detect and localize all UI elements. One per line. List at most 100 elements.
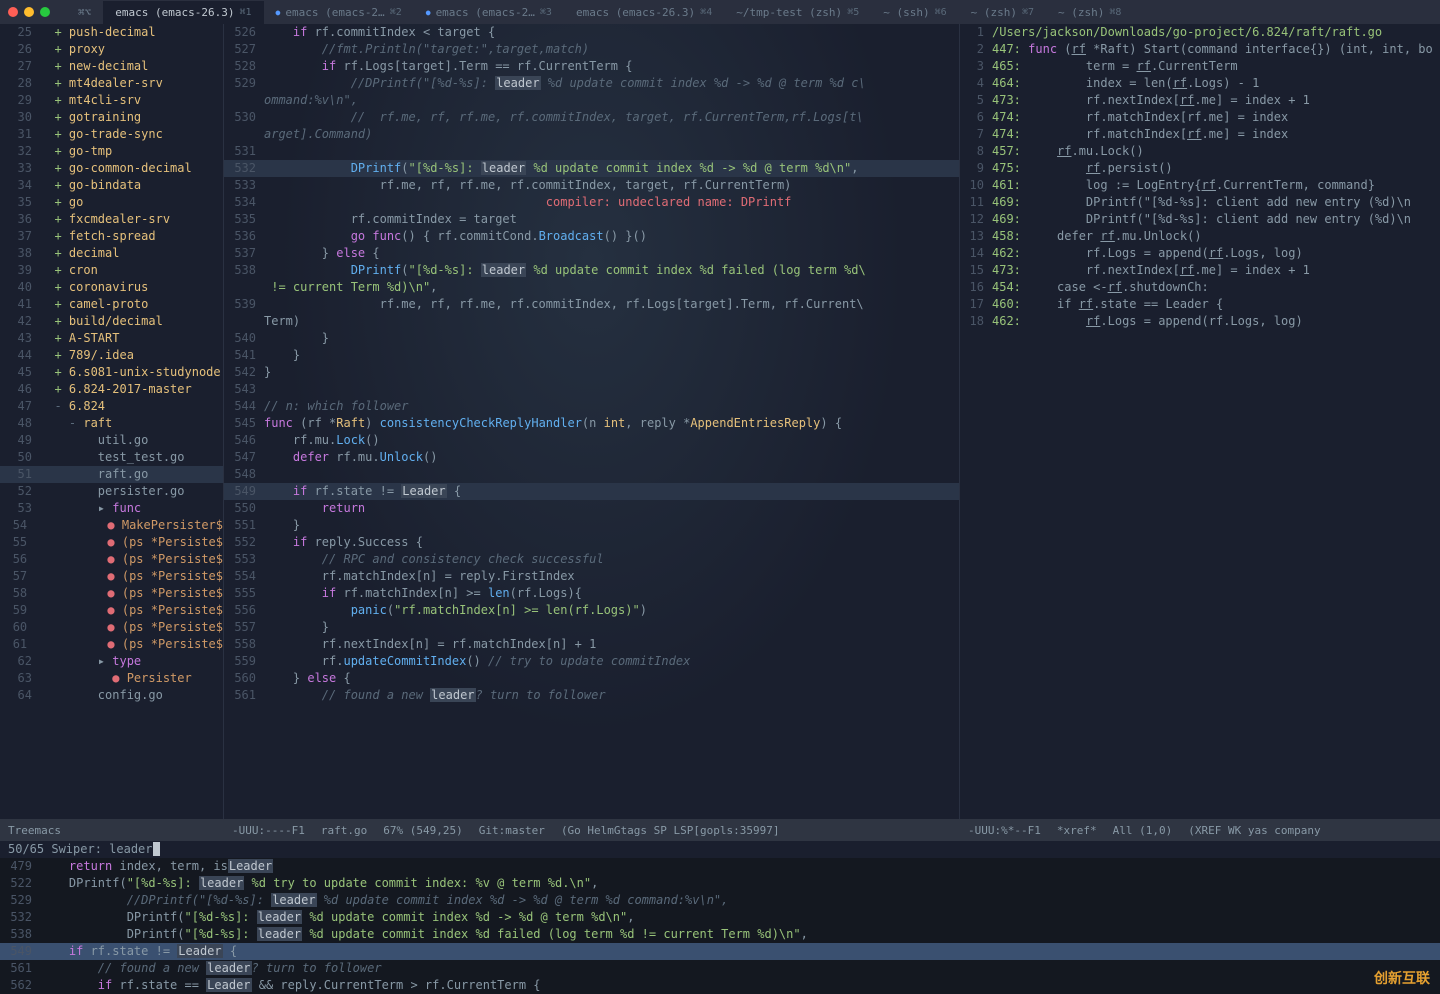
code-line[interactable]: 534 compiler: undeclared name: DPrintf	[224, 194, 959, 211]
tab[interactable]: ● emacs (emacs-2… ⌘2	[264, 1, 414, 24]
swiper-match[interactable]: 561 // found a new leader? turn to follo…	[0, 960, 1440, 977]
code-line[interactable]: 558 rf.nextIndex[n] = rf.matchIndex[n] +…	[224, 636, 959, 653]
xref-line[interactable]: 17460: if rf.state == Leader {	[960, 296, 1440, 313]
code-line[interactable]: 550 return	[224, 500, 959, 517]
xref-line[interactable]: 3465: term = rf.CurrentTerm	[960, 58, 1440, 75]
code-line[interactable]: 547 defer rf.mu.Unlock()	[224, 449, 959, 466]
code-line[interactable]: 552 if reply.Success {	[224, 534, 959, 551]
xref-line[interactable]: 12469: DPrintf("[%d-%s]: client add new …	[960, 211, 1440, 228]
code-line[interactable]: 554 rf.matchIndex[n] = reply.FirstIndex	[224, 568, 959, 585]
code-line[interactable]: 529 //DPrintf("[%d-%s]: leader %d update…	[224, 75, 959, 92]
editor-pane[interactable]: 526 if rf.commitIndex < target {527 //fm…	[224, 24, 960, 819]
code-line[interactable]: Term)	[224, 313, 959, 330]
tree-row[interactable]: 36 + fxcmdealer-srv	[0, 211, 223, 228]
tree-row[interactable]: 31 + go-trade-sync	[0, 126, 223, 143]
tree-row[interactable]: 56 ● (ps *Persiste$	[0, 551, 223, 568]
tree-row[interactable]: 46 + 6.824-2017-master	[0, 381, 223, 398]
code-line[interactable]: 539 rf.me, rf, rf.me, rf.commitIndex, rf…	[224, 296, 959, 313]
swiper-results[interactable]: 479 return index, term, isLeader522 DPri…	[0, 858, 1440, 994]
code-line[interactable]: 536 go func() { rf.commitCond.Broadcast(…	[224, 228, 959, 245]
tree-row[interactable]: 58 ● (ps *Persiste$	[0, 585, 223, 602]
code-line[interactable]: 531	[224, 143, 959, 160]
xref-line[interactable]: 5473: rf.nextIndex[rf.me] = index + 1	[960, 92, 1440, 109]
tree-row[interactable]: 37 + fetch-spread	[0, 228, 223, 245]
code-line[interactable]: 540 }	[224, 330, 959, 347]
tree-row[interactable]: 54 ● MakePersister$	[0, 517, 223, 534]
code-line[interactable]: 546 rf.mu.Lock()	[224, 432, 959, 449]
xref-line[interactable]: 14462: rf.Logs = append(rf.Logs, log)	[960, 245, 1440, 262]
swiper-match[interactable]: 479 return index, term, isLeader	[0, 858, 1440, 875]
tree-row[interactable]: 32 + go-tmp	[0, 143, 223, 160]
tab[interactable]: emacs (emacs-26.3) ⌘1	[103, 1, 263, 24]
tree-row[interactable]: 28 + mt4dealer-srv	[0, 75, 223, 92]
code-line[interactable]: 526 if rf.commitIndex < target {	[224, 24, 959, 41]
code-line[interactable]: 551 }	[224, 517, 959, 534]
code-line[interactable]: 555 if rf.matchIndex[n] >= len(rf.Logs){	[224, 585, 959, 602]
code-line[interactable]: 528 if rf.Logs[target].Term == rf.Curren…	[224, 58, 959, 75]
code-line[interactable]: 553 // RPC and consistency check success…	[224, 551, 959, 568]
tree-row[interactable]: 42 + build/decimal	[0, 313, 223, 330]
code-line[interactable]: 530 // rf.me, rf, rf.me, rf.commitIndex,…	[224, 109, 959, 126]
xref-line[interactable]: 2447: func (rf *Raft) Start(command inte…	[960, 41, 1440, 58]
swiper-prompt[interactable]: 50/65 Swiper: leader	[0, 841, 1440, 858]
tree-row[interactable]: 57 ● (ps *Persiste$	[0, 568, 223, 585]
xref-line[interactable]: 13458: defer rf.mu.Unlock()	[960, 228, 1440, 245]
tree-row[interactable]: 64 config.go	[0, 687, 223, 704]
tree-row[interactable]: 52 persister.go	[0, 483, 223, 500]
tab[interactable]: ~ (zsh) ⌘8	[1046, 1, 1133, 24]
code-line[interactable]: 527 //fmt.Println("target:",target,match…	[224, 41, 959, 58]
tab[interactable]: ~ (zsh) ⌘7	[959, 1, 1046, 24]
tree-row[interactable]: 50 test_test.go	[0, 449, 223, 466]
code-line[interactable]: 559 rf.updateCommitIndex() // try to upd…	[224, 653, 959, 670]
tree-row[interactable]: 44 + 789/.idea	[0, 347, 223, 364]
code-line[interactable]: ommand:%v\n",	[224, 92, 959, 109]
swiper-match[interactable]: 522 DPrintf("[%d-%s]: leader %d try to u…	[0, 875, 1440, 892]
code-line[interactable]: 543	[224, 381, 959, 398]
xref-pane[interactable]: 1/Users/jackson/Downloads/go-project/6.8…	[960, 24, 1440, 819]
tree-row[interactable]: 47 - 6.824	[0, 398, 223, 415]
swiper-match[interactable]: 549 if rf.state != Leader {	[0, 943, 1440, 960]
xref-line[interactable]: 11469: DPrintf("[%d-%s]: client add new …	[960, 194, 1440, 211]
tree-row[interactable]: 55 ● (ps *Persiste$	[0, 534, 223, 551]
tree-row[interactable]: 25 + push-decimal	[0, 24, 223, 41]
code-line[interactable]: 538 DPrintf("[%d-%s]: leader %d update c…	[224, 262, 959, 279]
xref-line[interactable]: 4464: index = len(rf.Logs) - 1	[960, 75, 1440, 92]
minimize-icon[interactable]	[24, 7, 34, 17]
code-line[interactable]: 561 // found a new leader? turn to follo…	[224, 687, 959, 704]
xref-line[interactable]: 15473: rf.nextIndex[rf.me] = index + 1	[960, 262, 1440, 279]
swiper-match[interactable]: 529 //DPrintf("[%d-%s]: leader %d update…	[0, 892, 1440, 909]
tree-row[interactable]: 62 ▸ type	[0, 653, 223, 670]
code-line[interactable]: 533 rf.me, rf, rf.me, rf.commitIndex, ta…	[224, 177, 959, 194]
tree-row[interactable]: 45 + 6.s081-unix-studynode	[0, 364, 223, 381]
tree-row[interactable]: 26 + proxy	[0, 41, 223, 58]
code-line[interactable]: 545func (rf *Raft) consistencyCheckReply…	[224, 415, 959, 432]
treemacs-sidebar[interactable]: 25 + push-decimal26 + proxy27 + new-deci…	[0, 24, 224, 819]
tree-row[interactable]: 33 + go-common-decimal	[0, 160, 223, 177]
code-line[interactable]: 549 if rf.state != Leader {	[224, 483, 959, 500]
code-line[interactable]: 556 panic("rf.matchIndex[n] >= len(rf.Lo…	[224, 602, 959, 619]
tree-row[interactable]: 53 ▸ func	[0, 500, 223, 517]
code-line[interactable]: 532 DPrintf("[%d-%s]: leader %d update c…	[224, 160, 959, 177]
code-line[interactable]: 560 } else {	[224, 670, 959, 687]
tree-row[interactable]: 49 util.go	[0, 432, 223, 449]
code-line[interactable]: 541 }	[224, 347, 959, 364]
maximize-icon[interactable]	[40, 7, 50, 17]
tree-row[interactable]: 38 + decimal	[0, 245, 223, 262]
tab[interactable]: ⌘⌥	[66, 1, 103, 24]
tree-row[interactable]: 30 + gotraining	[0, 109, 223, 126]
code-line[interactable]: 535 rf.commitIndex = target	[224, 211, 959, 228]
code-line[interactable]: 557 }	[224, 619, 959, 636]
tree-row[interactable]: 29 + mt4cli-srv	[0, 92, 223, 109]
tree-row[interactable]: 41 + camel-proto	[0, 296, 223, 313]
xref-line[interactable]: 7474: rf.matchIndex[rf.me] = index	[960, 126, 1440, 143]
tree-row[interactable]: 35 + go	[0, 194, 223, 211]
xref-line[interactable]: 16454: case <-rf.shutdownCh:	[960, 279, 1440, 296]
tree-row[interactable]: 61 ● (ps *Persiste$	[0, 636, 223, 653]
close-icon[interactable]	[8, 7, 18, 17]
xref-line[interactable]: 10461: log := LogEntry{rf.CurrentTerm, c…	[960, 177, 1440, 194]
tree-row[interactable]: 34 + go-bindata	[0, 177, 223, 194]
tree-row[interactable]: 40 + coronavirus	[0, 279, 223, 296]
tree-row[interactable]: 63 ● Persister	[0, 670, 223, 687]
swiper-match[interactable]: 562 if rf.state == Leader && reply.Curre…	[0, 977, 1440, 994]
tree-row[interactable]: 27 + new-decimal	[0, 58, 223, 75]
